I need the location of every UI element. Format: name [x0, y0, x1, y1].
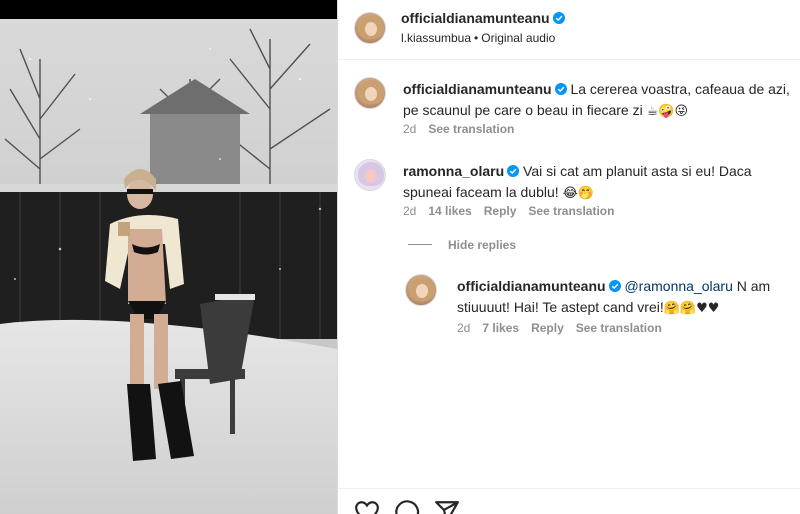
see-translation-button[interactable]: See translation: [528, 204, 614, 218]
likes-count[interactable]: 14 likes: [428, 204, 471, 218]
comment-meta: 2d 14 likes Reply See translation: [403, 204, 626, 218]
author-avatar[interactable]: [354, 77, 386, 109]
reply-mention[interactable]: @ramonna_olaru: [624, 278, 732, 294]
reply-body: officialdianamunteanu @ramonna_olaru N a…: [457, 276, 797, 319]
share-icon[interactable]: [434, 499, 460, 514]
author-username[interactable]: officialdianamunteanu: [401, 10, 550, 26]
reply-button[interactable]: Reply: [484, 204, 517, 218]
comment-username[interactable]: officialdianamunteanu: [403, 81, 552, 97]
audio-separator: •: [474, 31, 479, 45]
post-details-panel: officialdianamunteanu l.kiassumbua • Origi…: [337, 0, 800, 514]
reply-time[interactable]: 2d: [457, 321, 470, 335]
verified-badge-icon: [608, 280, 621, 292]
likes-count[interactable]: 7 likes: [482, 321, 519, 335]
comment-icon[interactable]: [394, 499, 420, 514]
comment-meta: 2d See translation: [403, 122, 526, 136]
hide-replies-label: Hide replies: [448, 238, 517, 252]
post-media: [0, 0, 337, 514]
comment-username[interactable]: ramonna_olaru: [403, 163, 504, 179]
verified-badge-icon: [552, 12, 565, 24]
reply-button[interactable]: Reply: [531, 321, 564, 335]
comment-body: ramonna_olaru Vai si cat am planuit asta…: [403, 161, 798, 204]
post-photo: [0, 19, 337, 514]
comment-time[interactable]: 2d: [403, 204, 416, 218]
heart-icon[interactable]: [354, 499, 380, 514]
comment-body: officialdianamunteanu La cererea voastra…: [403, 79, 798, 122]
post-header: officialdianamunteanu l.kiassumbua • Origi…: [338, 0, 800, 60]
reply-meta: 2d 7 likes Reply See translation: [457, 321, 674, 335]
audio-label[interactable]: Original audio: [481, 31, 555, 45]
action-bar: [338, 488, 800, 514]
comment-time[interactable]: 2d: [403, 122, 416, 136]
reply-emojis: 🤗🤗♥♥: [663, 301, 720, 316]
see-translation-button[interactable]: See translation: [428, 122, 514, 136]
comment-emojis: 😂🤭: [562, 186, 594, 201]
verified-badge-icon: [507, 165, 520, 177]
see-translation-button[interactable]: See translation: [576, 321, 662, 335]
verified-badge-icon: [554, 83, 567, 95]
author-avatar[interactable]: [405, 274, 437, 306]
author-name-row: officialdianamunteanu: [401, 10, 565, 28]
hide-replies-line: [408, 244, 432, 245]
audio-user[interactable]: l.kiassumbua: [401, 31, 471, 45]
reply-username[interactable]: officialdianamunteanu: [457, 278, 606, 294]
audio-line: l.kiassumbua • Original audio: [401, 31, 555, 45]
hide-replies-button[interactable]: Hide replies: [408, 238, 516, 252]
author-avatar[interactable]: [354, 12, 386, 44]
commenter-avatar[interactable]: [354, 159, 386, 191]
comment-emojis: ☕🤪😜: [646, 104, 689, 119]
